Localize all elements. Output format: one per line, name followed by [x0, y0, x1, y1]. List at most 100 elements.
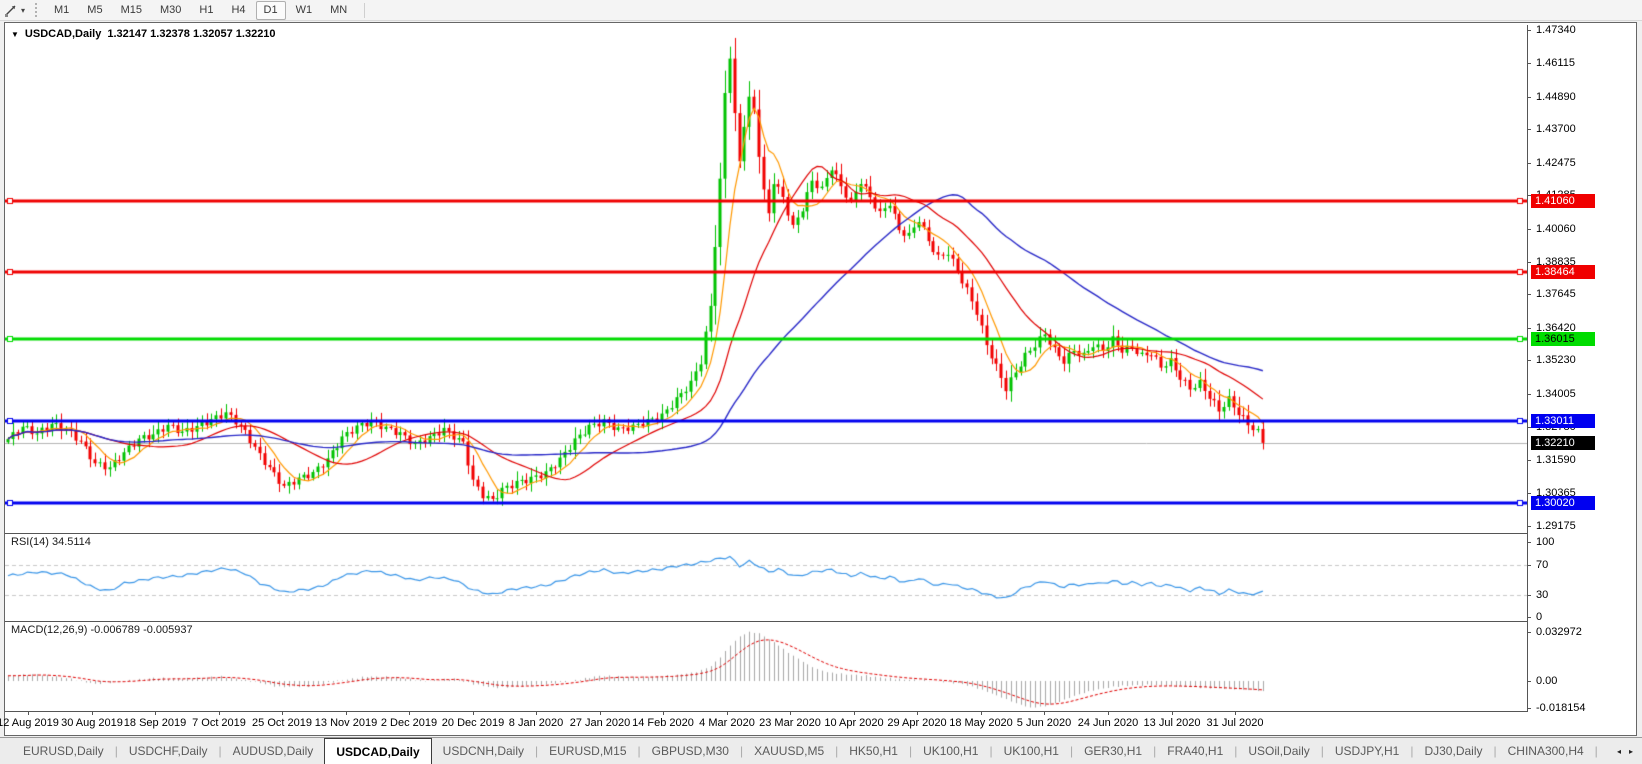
chart-tab-uk100-h1[interactable]: UK100,H1: [993, 738, 1070, 764]
date-axis-label: 12 Aug 2019: [0, 717, 59, 729]
date-axis-label: 18 May 2020: [949, 717, 1013, 729]
macd-indicator-chart[interactable]: [5, 622, 1527, 711]
price-axis-tick: [1527, 493, 1531, 494]
panel-separator: [5, 711, 1527, 712]
price-axis-tick-label: 1.35230: [1536, 354, 1576, 366]
panel-separator[interactable]: [5, 621, 1527, 622]
price-axis-tick-label: 1.34005: [1536, 388, 1576, 400]
chart-tab-usdjpy-h1[interactable]: USDJPY,H1: [1324, 738, 1410, 764]
rsi-indicator-chart[interactable]: [5, 534, 1527, 621]
macd-axis-tick-label: 0.032972: [1536, 626, 1582, 638]
chart-tab-usdcad-daily[interactable]: USDCAD,Daily: [324, 738, 432, 764]
main-price-chart[interactable]: [5, 25, 1527, 533]
chart-tab-usdchf-daily[interactable]: USDCHF,Daily: [118, 738, 219, 764]
price-axis-tick-label: 1.43700: [1536, 123, 1576, 135]
macd-axis-tick: [1527, 632, 1531, 633]
chart-tab-china300-h4[interactable]: CHINA300,H4: [1497, 738, 1595, 764]
chart-tab-usoil-daily[interactable]: USOil,Daily: [1237, 738, 1320, 764]
chart-tab-eurusd-daily[interactable]: EURUSD,Daily: [12, 738, 115, 764]
date-axis-label: 13 Nov 2019: [314, 717, 378, 729]
panel-separator[interactable]: [5, 533, 1527, 534]
timeframe-button-m5[interactable]: M5: [79, 1, 110, 20]
chart-tab-eurusd-m15[interactable]: EURUSD,M15: [538, 738, 637, 764]
price-axis-tick: [1527, 294, 1531, 295]
rsi-label: RSI(14) 34.5114: [11, 536, 91, 548]
macd-axis-tick: [1527, 681, 1531, 682]
price-axis-tick-label: 1.44890: [1536, 91, 1576, 103]
date-axis-tick: [981, 712, 982, 715]
crosshair-pencil-icon: [5, 5, 16, 17]
hline-price-label: 1.41060: [1531, 194, 1595, 208]
date-axis-label: 8 Jan 2020: [508, 717, 564, 729]
chart-tab-ger30-h1[interactable]: GER30,H1: [1073, 738, 1153, 764]
timeframe-button-m30[interactable]: M30: [152, 1, 189, 20]
toolbar-grip[interactable]: [35, 3, 38, 17]
date-axis-label: 30 Aug 2019: [61, 717, 123, 729]
date-axis-label: 31 Jul 2020: [1206, 717, 1264, 729]
chart-ohlc-values: 1.32147 1.32378 1.32057 1.32210: [107, 28, 276, 40]
price-axis-tick-label: 1.46115: [1536, 57, 1575, 69]
current-price-label: 1.32210: [1531, 436, 1595, 450]
tab-scroll-right-icon[interactable]: ▸: [1629, 747, 1633, 756]
timeframe-button-h4[interactable]: H4: [223, 1, 253, 20]
date-axis-tick: [917, 712, 918, 715]
crosshair-tool-button[interactable]: ▾: [0, 0, 29, 20]
hline-price-label: 1.36015: [1531, 332, 1595, 346]
date-axis-label: 29 Apr 2020: [887, 717, 947, 729]
rsi-axis-tick: [1527, 617, 1531, 618]
price-axis-tick: [1527, 129, 1531, 130]
date-axis-label: 4 Mar 2020: [699, 717, 755, 729]
date-axis-tick: [790, 712, 791, 715]
date-axis-tick: [600, 712, 601, 715]
chart-tab-xauusd-m5[interactable]: XAUUSD,M5: [743, 738, 835, 764]
tab-scroll-left-icon[interactable]: ◂: [1617, 747, 1621, 756]
date-axis-label: 24 Jun 2020: [1077, 717, 1139, 729]
date-axis-tick: [92, 712, 93, 715]
date-axis-label: 25 Oct 2019: [252, 717, 312, 729]
hline-price-label: 1.30020: [1531, 496, 1595, 510]
top-toolbar: ▾ M1 M5 M15 M30 H1 H4 D1 W1 MN: [0, 0, 1642, 21]
chart-tab-audusd-daily[interactable]: AUDUSD,Daily: [222, 738, 325, 764]
date-axis-tick: [28, 712, 29, 715]
date-axis-label: 20 Dec 2019: [441, 717, 505, 729]
chart-tab-usdcnh-daily[interactable]: USDCNH,Daily: [432, 738, 535, 764]
date-axis-tick: [727, 712, 728, 715]
date-axis-tick: [219, 712, 220, 715]
price-axis-tick-label: 1.47340: [1536, 24, 1576, 36]
price-axis-tick-label: 1.42475: [1536, 157, 1576, 169]
rsi-axis-tick-label: 30: [1536, 589, 1549, 601]
timeframe-button-mn[interactable]: MN: [322, 1, 355, 20]
chart-tab-hk50-h1[interactable]: HK50,H1: [838, 738, 909, 764]
date-axis-tick: [282, 712, 283, 715]
timeframe-button-d1[interactable]: D1: [255, 0, 286, 20]
price-axis-tick-label: 1.37645: [1536, 288, 1576, 300]
tab-scroll-controls: ◂ ▸: [1608, 738, 1642, 764]
date-axis-tick: [409, 712, 410, 715]
chart-collapse-caret[interactable]: ▼: [11, 30, 19, 39]
date-axis-tick: [854, 712, 855, 715]
date-axis-label: 13 Jul 2020: [1143, 717, 1201, 729]
timeframe-button-m15[interactable]: M15: [113, 1, 150, 20]
date-axis-tick: [155, 712, 156, 715]
tool-dropdown-caret[interactable]: ▾: [21, 6, 25, 15]
timeframe-button-w1[interactable]: W1: [288, 1, 321, 20]
date-axis-label: 14 Feb 2020: [632, 717, 694, 729]
date-axis-tick: [663, 712, 664, 715]
timeframe-buttons: M1 M5 M15 M30 H1 H4 D1 W1 MN: [45, 0, 356, 20]
chart-window: ▼ USDCAD,Daily 1.32147 1.32378 1.32057 1…: [0, 22, 1637, 736]
rsi-axis-tick: [1527, 595, 1531, 596]
price-axis-tick: [1527, 97, 1531, 98]
timeframe-button-h1[interactable]: H1: [191, 1, 221, 20]
chart-tab-gbpusd-m30[interactable]: GBPUSD,M30: [641, 738, 740, 764]
price-axis-tick-label: 1.40060: [1536, 223, 1576, 235]
date-axis-tick: [536, 712, 537, 715]
price-axis-tick: [1527, 163, 1531, 164]
chart-tab-dj30-daily[interactable]: DJ30,Daily: [1413, 738, 1493, 764]
timeframe-button-m1[interactable]: M1: [46, 1, 77, 20]
chart-tab-fra40-h1[interactable]: FRA40,H1: [1156, 738, 1234, 764]
chart-tab-uk100-h1[interactable]: UK100,H1: [912, 738, 989, 764]
date-axis-tick: [346, 712, 347, 715]
date-axis-label: 2 Dec 2019: [380, 717, 438, 729]
chart-symbol-label: USDCAD,Daily: [24, 28, 102, 40]
chart-tab-bar: EURUSD,Daily | USDCHF,Daily | AUDUSD,Daily US…: [0, 737, 1642, 764]
